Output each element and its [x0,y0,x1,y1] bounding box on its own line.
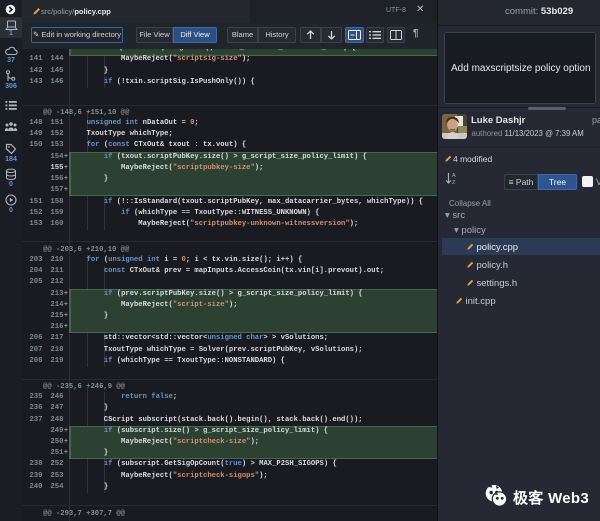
svg-text:Z: Z [452,180,456,185]
svg-text:A: A [452,173,456,179]
